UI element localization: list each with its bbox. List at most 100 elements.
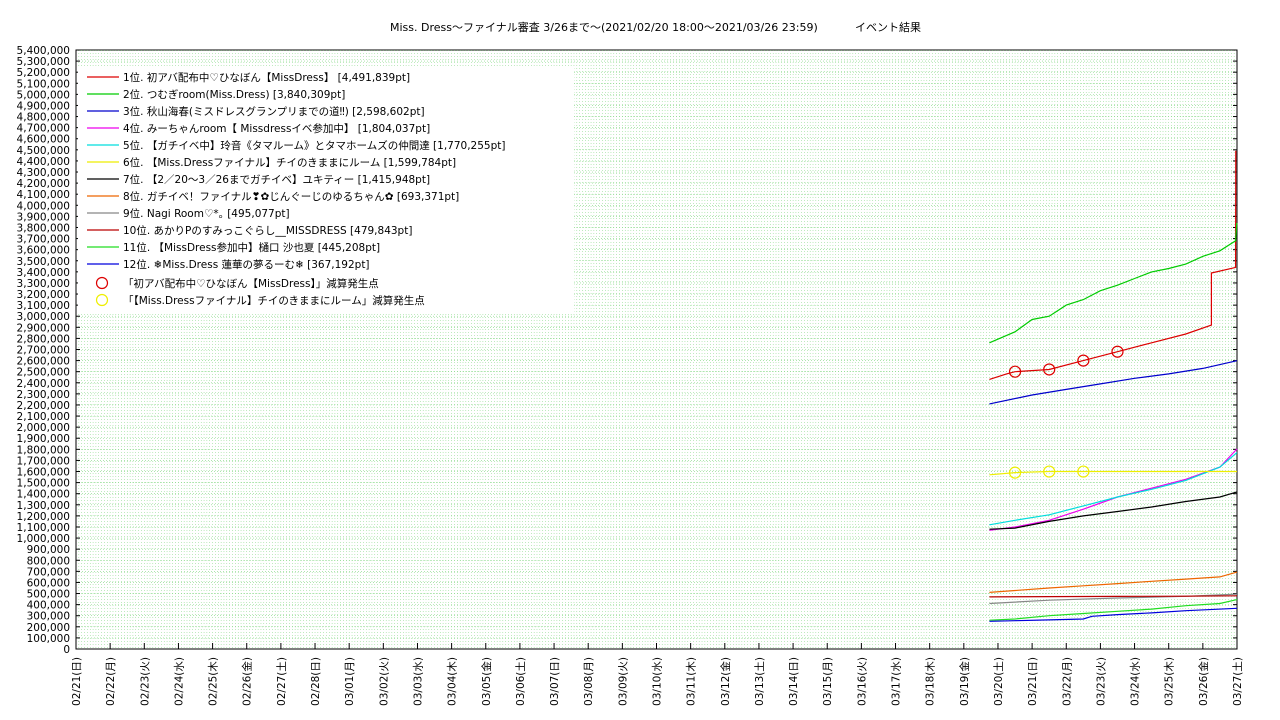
y-tick-label: 3,200,000 <box>17 289 70 301</box>
x-tick-label: 03/02(火) <box>378 657 390 706</box>
x-tick-label: 03/23(火) <box>1095 657 1107 706</box>
y-tick-label: 1,500,000 <box>17 478 70 490</box>
y-tick-label: 2,300,000 <box>17 389 70 401</box>
y-tick-label: 4,700,000 <box>17 123 70 135</box>
chart-subtitle: イベント結果 <box>855 20 921 34</box>
legend-label: 11位. 【MissDress参加中】樋口 沙也夏 [445,208pt] <box>123 241 380 254</box>
y-tick-label: 3,000,000 <box>17 311 70 323</box>
legend: 1位. 初アバ配布中♡ひなぼん【MissDress】 [4,491,839pt]… <box>78 67 574 313</box>
y-tick-label: 2,200,000 <box>17 400 70 412</box>
x-tick-label: 03/14(日) <box>788 657 800 706</box>
legend-label: 9位. Nagi Room♡*｡ [495,077pt] <box>123 207 290 220</box>
y-tick-label: 2,100,000 <box>17 411 70 423</box>
y-tick-label: 2,400,000 <box>17 378 70 390</box>
y-tick-label: 2,700,000 <box>17 345 70 357</box>
x-tick-label: 02/27(土) <box>275 657 288 706</box>
y-tick-label: 800,000 <box>27 555 70 567</box>
series-line <box>989 360 1238 405</box>
x-tick-label: 03/08(月) <box>583 657 595 706</box>
legend-box <box>78 67 574 313</box>
y-tick-label: 5,000,000 <box>17 89 70 101</box>
x-tick-label: 03/24(水) <box>1130 657 1142 706</box>
y-tick-label: 4,000,000 <box>17 200 70 212</box>
legend-label: 「【Miss.Dressファイナル】チイのきままにルーム」減算発生点 <box>123 294 425 307</box>
x-tick-label: 03/04(木) <box>447 657 459 706</box>
y-tick-label: 1,100,000 <box>17 522 70 534</box>
y-tick-label: 2,000,000 <box>17 422 70 434</box>
y-tick-label: 0 <box>63 644 70 656</box>
y-tick-label: 5,100,000 <box>17 78 70 90</box>
legend-label: 8位. ガチイベ！ファイナル❣✿じんぐーじのゆるちゃん✿ [693,371pt] <box>123 190 459 203</box>
y-tick-label: 1,400,000 <box>17 489 70 501</box>
x-tick-label: 03/13(土) <box>753 657 766 706</box>
y-tick-label: 1,600,000 <box>17 467 70 479</box>
legend-label: 「初アバ配布中♡ひなぼん【MissDress】」減算発生点 <box>123 277 379 290</box>
x-tick-label: 03/12(金) <box>719 657 732 706</box>
x-tick-label: 03/17(水) <box>891 657 903 706</box>
x-tick-label: 03/06(土) <box>514 657 527 706</box>
y-tick-label: 3,100,000 <box>17 300 70 312</box>
y-tick-label: 5,300,000 <box>17 56 70 68</box>
x-tick-label: 02/21(日) <box>71 657 83 706</box>
y-tick-label: 700,000 <box>27 566 70 578</box>
x-tick-label: 03/01(月) <box>344 657 356 706</box>
y-tick-label: 400,000 <box>27 600 70 612</box>
series-line <box>989 222 1238 344</box>
y-tick-label: 4,900,000 <box>17 100 70 112</box>
x-tick-label: 03/25(木) <box>1164 657 1176 706</box>
y-tick-label: 3,400,000 <box>17 267 70 279</box>
x-tick-label: 02/28(日) <box>310 657 322 706</box>
y-tick-label: 5,200,000 <box>17 67 70 79</box>
legend-label: 7位. 【2／20〜3／26までガチイベ】ユキティー [1,415,948pt] <box>123 173 430 186</box>
y-tick-label: 100,000 <box>27 633 70 645</box>
chart-title: Miss. Dress〜ファイナル審査 3/26まで〜(2021/02/20 1… <box>390 20 818 34</box>
x-tick-label: 02/26(金) <box>241 657 254 706</box>
y-tick-label: 4,600,000 <box>17 134 70 146</box>
y-tick-label: 4,100,000 <box>17 189 70 201</box>
y-tick-label: 200,000 <box>27 622 70 634</box>
x-tick-label: 03/18(木) <box>925 657 937 706</box>
legend-label: 2位. つむぎroom(Miss.Dress) [3,840,309pt] <box>123 88 345 101</box>
x-tick-label: 03/07(日) <box>549 657 561 706</box>
x-tick-label: 03/09(火) <box>617 657 629 706</box>
y-tick-label: 4,800,000 <box>17 112 70 124</box>
y-tick-label: 3,600,000 <box>17 245 70 257</box>
x-tick-label: 03/19(金) <box>958 657 971 706</box>
y-tick-label: 4,400,000 <box>17 156 70 168</box>
y-tick-label: 3,800,000 <box>17 222 70 234</box>
x-tick-label: 03/22(月) <box>1061 657 1073 706</box>
x-tick-label: 02/25(木) <box>208 657 220 706</box>
y-tick-label: 1,700,000 <box>17 455 70 467</box>
y-tick-label: 1,800,000 <box>17 444 70 456</box>
y-tick-label: 500,000 <box>27 589 70 601</box>
x-tick-label: 03/26(金) <box>1197 657 1210 706</box>
legend-label: 4位. みーちゃんroom【 Missdressイベ参加中】 [1,804,03… <box>123 122 430 135</box>
y-tick-label: 1,200,000 <box>17 511 70 523</box>
y-tick-label: 4,300,000 <box>17 167 70 179</box>
legend-label: 3位. 秋山海春(ミスドレスグランプリまでの道‼︎) [2,598,602pt] <box>123 105 425 118</box>
x-tick-label: 03/27(土) <box>1231 657 1244 706</box>
y-tick-label: 1,300,000 <box>17 500 70 512</box>
x-tick-label: 03/10(水) <box>652 657 664 706</box>
x-tick-label: 03/21(日) <box>1027 657 1039 706</box>
x-axis: 02/21(日) 02/22(月) 02/23(火) 02/24(水) 02/25(木)… <box>71 643 1244 706</box>
y-tick-label: 2,500,000 <box>17 367 70 379</box>
y-tick-label: 3,900,000 <box>17 211 70 223</box>
x-tick-label: 02/22(月) <box>105 657 117 706</box>
y-tick-label: 300,000 <box>27 611 70 623</box>
y-tick-label: 1,900,000 <box>17 433 70 445</box>
x-tick-label: 03/03(水) <box>412 657 424 706</box>
legend-label: 5位. 【ガチイベ中】玲音《タマルーム》とタマホームズの仲間達 [1,770,2… <box>123 139 505 152</box>
legend-label: 6位. 【Miss.Dressファイナル】チイのきままにルーム [1,599,7… <box>123 156 456 169</box>
y-tick-label: 4,500,000 <box>17 145 70 157</box>
event-ranking-chart: Miss. Dress〜ファイナル審査 3/26まで〜(2021/02/20 1… <box>17 20 1244 706</box>
y-tick-label: 1,000,000 <box>17 533 70 545</box>
x-tick-label: 02/23(火) <box>139 657 151 706</box>
y-tick-label: 2,800,000 <box>17 333 70 345</box>
y-tick-label: 5,400,000 <box>17 45 70 57</box>
y-tick-label: 3,700,000 <box>17 234 70 246</box>
y-tick-label: 600,000 <box>27 577 70 589</box>
y-tick-label: 2,900,000 <box>17 322 70 334</box>
y-tick-label: 3,500,000 <box>17 256 70 268</box>
legend-label: 1位. 初アバ配布中♡ひなぼん【MissDress】 [4,491,839pt] <box>123 71 410 84</box>
